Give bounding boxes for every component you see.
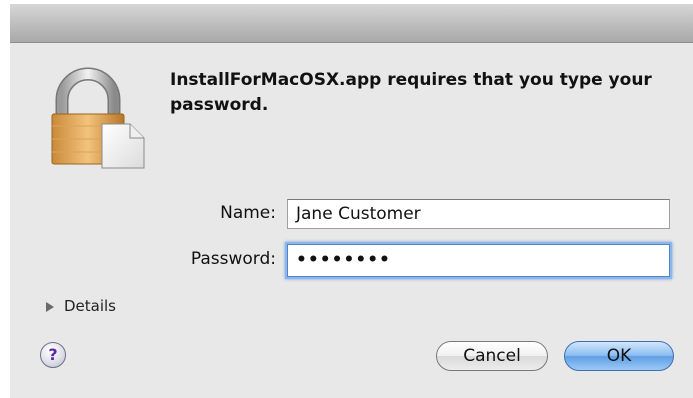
lock-document-icon [48,64,148,174]
name-label: Name: [220,203,276,223]
password-label: Password: [190,249,276,269]
name-field[interactable]: Jane Customer [287,199,670,229]
help-button[interactable]: ? [40,342,66,368]
cancel-button[interactable]: Cancel [436,341,548,371]
dialog-message: InstallForMacOSX.app requires that you t… [170,70,652,115]
details-label: Details [64,297,117,315]
password-field[interactable]: •••••••• [287,244,670,277]
disclosure-triangle-icon[interactable] [46,301,54,312]
title-bar[interactable] [10,4,693,43]
authentication-dialog: InstallForMacOSX.app requires that you t… [10,4,693,398]
ok-button[interactable]: OK [564,341,674,371]
details-disclosure[interactable]: Details [46,297,116,315]
